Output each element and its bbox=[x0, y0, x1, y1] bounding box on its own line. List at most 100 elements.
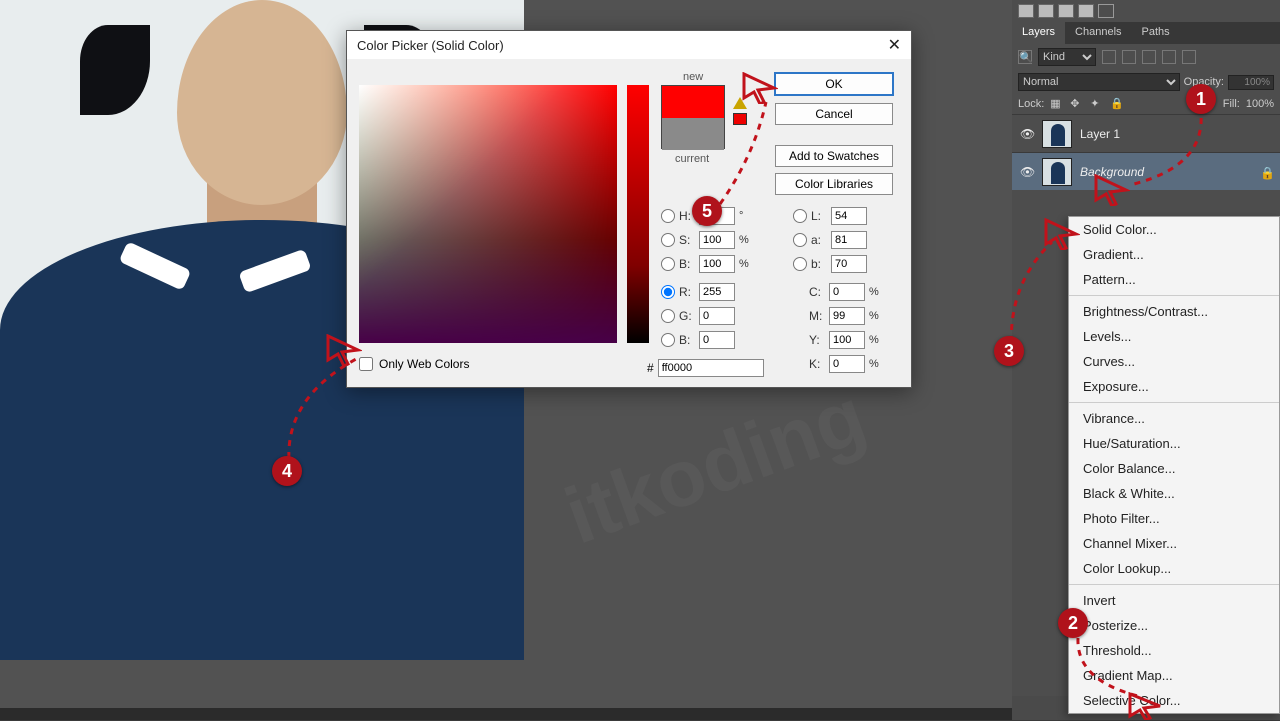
menu-gradient[interactable]: Gradient... bbox=[1069, 242, 1279, 267]
cursor-arrow-icon bbox=[1094, 174, 1130, 206]
menu-invert[interactable]: Invert bbox=[1069, 588, 1279, 613]
tab-paths[interactable]: Paths bbox=[1132, 22, 1180, 44]
percent-unit: % bbox=[869, 358, 879, 370]
Y-label: Y: bbox=[809, 333, 825, 347]
r-input[interactable] bbox=[699, 283, 735, 301]
b-rgb-label: B: bbox=[679, 333, 695, 347]
color-libraries-button[interactable]: Color Libraries bbox=[775, 173, 893, 195]
annotation-path bbox=[1072, 636, 1152, 706]
menu-posterize[interactable]: Posterize... bbox=[1069, 613, 1279, 638]
hex-prefix: # bbox=[647, 361, 654, 375]
filter-shape-icon[interactable] bbox=[1162, 50, 1176, 64]
new-color-swatch[interactable] bbox=[662, 86, 724, 118]
L-label: L: bbox=[811, 209, 827, 223]
menu-exposure[interactable]: Exposure... bbox=[1069, 374, 1279, 399]
adjustment-presets-row bbox=[1012, 0, 1280, 22]
lock-all-icon[interactable]: 🔒 bbox=[1110, 97, 1124, 111]
b-lab-input[interactable] bbox=[831, 255, 867, 273]
visibility-eye-icon[interactable]: 👁 bbox=[1020, 165, 1034, 179]
layer-thumb bbox=[1042, 158, 1072, 186]
preset-icon[interactable] bbox=[1058, 4, 1074, 18]
hex-input[interactable] bbox=[658, 359, 764, 377]
C-label: C: bbox=[809, 285, 825, 299]
current-color-swatch[interactable] bbox=[662, 118, 724, 150]
L-radio[interactable] bbox=[793, 209, 807, 223]
visibility-eye-icon[interactable]: 👁 bbox=[1020, 127, 1034, 141]
annotation-badge-5: 5 bbox=[692, 196, 722, 226]
menu-channelmixer[interactable]: Channel Mixer... bbox=[1069, 531, 1279, 556]
preset-icon[interactable] bbox=[1038, 4, 1054, 18]
annotation-badge-3: 3 bbox=[994, 336, 1024, 366]
saturation-field[interactable] bbox=[359, 85, 617, 343]
filter-pixel-icon[interactable] bbox=[1102, 50, 1116, 64]
g-input[interactable] bbox=[699, 307, 735, 325]
b-rgb-radio[interactable] bbox=[661, 333, 675, 347]
a-label: a: bbox=[811, 233, 827, 247]
L-input[interactable] bbox=[831, 207, 867, 225]
new-color-label: new bbox=[683, 71, 703, 83]
b-rgb-input[interactable] bbox=[699, 331, 735, 349]
M-input[interactable] bbox=[829, 307, 865, 325]
menu-bw[interactable]: Black & White... bbox=[1069, 481, 1279, 506]
lock-position-icon[interactable]: ✥ bbox=[1070, 97, 1084, 111]
percent-unit: % bbox=[739, 234, 749, 246]
menu-photofilter[interactable]: Photo Filter... bbox=[1069, 506, 1279, 531]
percent-unit: % bbox=[869, 310, 879, 322]
search-icon: 🔍 bbox=[1018, 50, 1032, 64]
opacity-field[interactable]: 100% bbox=[1228, 75, 1274, 90]
a-input[interactable] bbox=[831, 231, 867, 249]
menu-levels[interactable]: Levels... bbox=[1069, 324, 1279, 349]
annotation-badge-2: 2 bbox=[1058, 608, 1088, 638]
tab-channels[interactable]: Channels bbox=[1065, 22, 1131, 44]
panel-tabs: Layers Channels Paths bbox=[1012, 22, 1280, 44]
menu-pattern[interactable]: Pattern... bbox=[1069, 267, 1279, 292]
menu-huesat[interactable]: Hue/Saturation... bbox=[1069, 431, 1279, 456]
lock-artboard-icon[interactable]: ✦ bbox=[1090, 97, 1104, 111]
blend-mode-select[interactable]: Normal bbox=[1018, 73, 1180, 91]
color-picker-dialog: Color Picker (Solid Color) ✕ new current… bbox=[346, 30, 912, 388]
menu-vibrance[interactable]: Vibrance... bbox=[1069, 406, 1279, 431]
percent-unit: % bbox=[869, 286, 879, 298]
lock-icon: 🔒 bbox=[1260, 166, 1272, 178]
hue-slider[interactable] bbox=[627, 85, 649, 343]
menu-brightness[interactable]: Brightness/Contrast... bbox=[1069, 299, 1279, 324]
s-input[interactable] bbox=[699, 231, 735, 249]
b-hsb-radio[interactable] bbox=[661, 257, 675, 271]
filter-adjust-icon[interactable] bbox=[1122, 50, 1136, 64]
layer-name: Layer 1 bbox=[1080, 127, 1120, 141]
g-radio[interactable] bbox=[661, 309, 675, 323]
r-radio[interactable] bbox=[661, 285, 675, 299]
a-radio[interactable] bbox=[793, 233, 807, 247]
C-input[interactable] bbox=[829, 283, 865, 301]
menu-colorbalance[interactable]: Color Balance... bbox=[1069, 456, 1279, 481]
fill-label: Fill: bbox=[1223, 98, 1240, 110]
layer-kind-select[interactable]: Kind bbox=[1038, 48, 1096, 66]
menu-curves[interactable]: Curves... bbox=[1069, 349, 1279, 374]
fill-field[interactable]: 100% bbox=[1246, 98, 1274, 110]
menu-colorlookup[interactable]: Color Lookup... bbox=[1069, 556, 1279, 581]
ok-button[interactable]: OK bbox=[775, 73, 893, 95]
filter-type-icon[interactable] bbox=[1142, 50, 1156, 64]
tab-layers[interactable]: Layers bbox=[1012, 22, 1065, 44]
layer-thumb bbox=[1042, 120, 1072, 148]
degree-unit: ° bbox=[739, 210, 743, 222]
b-lab-radio[interactable] bbox=[793, 257, 807, 271]
preset-icon[interactable] bbox=[1078, 4, 1094, 18]
dialog-titlebar[interactable]: Color Picker (Solid Color) ✕ bbox=[347, 31, 911, 59]
h-radio[interactable] bbox=[661, 209, 675, 223]
K-label: K: bbox=[809, 357, 825, 371]
horizontal-scrollbar[interactable] bbox=[0, 708, 1012, 720]
filter-smart-icon[interactable] bbox=[1182, 50, 1196, 64]
s-radio[interactable] bbox=[661, 233, 675, 247]
color-swatch bbox=[661, 85, 725, 149]
b-hsb-input[interactable] bbox=[699, 255, 735, 273]
menu-solid-color[interactable]: Solid Color... bbox=[1069, 217, 1279, 242]
cancel-button[interactable]: Cancel bbox=[775, 103, 893, 125]
K-input[interactable] bbox=[829, 355, 865, 373]
lock-pixels-icon[interactable]: ▦ bbox=[1050, 97, 1064, 111]
add-swatches-button[interactable]: Add to Swatches bbox=[775, 145, 893, 167]
preset-icon[interactable] bbox=[1018, 4, 1034, 18]
preset-icon[interactable] bbox=[1098, 4, 1114, 18]
close-icon[interactable]: ✕ bbox=[888, 35, 901, 55]
Y-input[interactable] bbox=[829, 331, 865, 349]
